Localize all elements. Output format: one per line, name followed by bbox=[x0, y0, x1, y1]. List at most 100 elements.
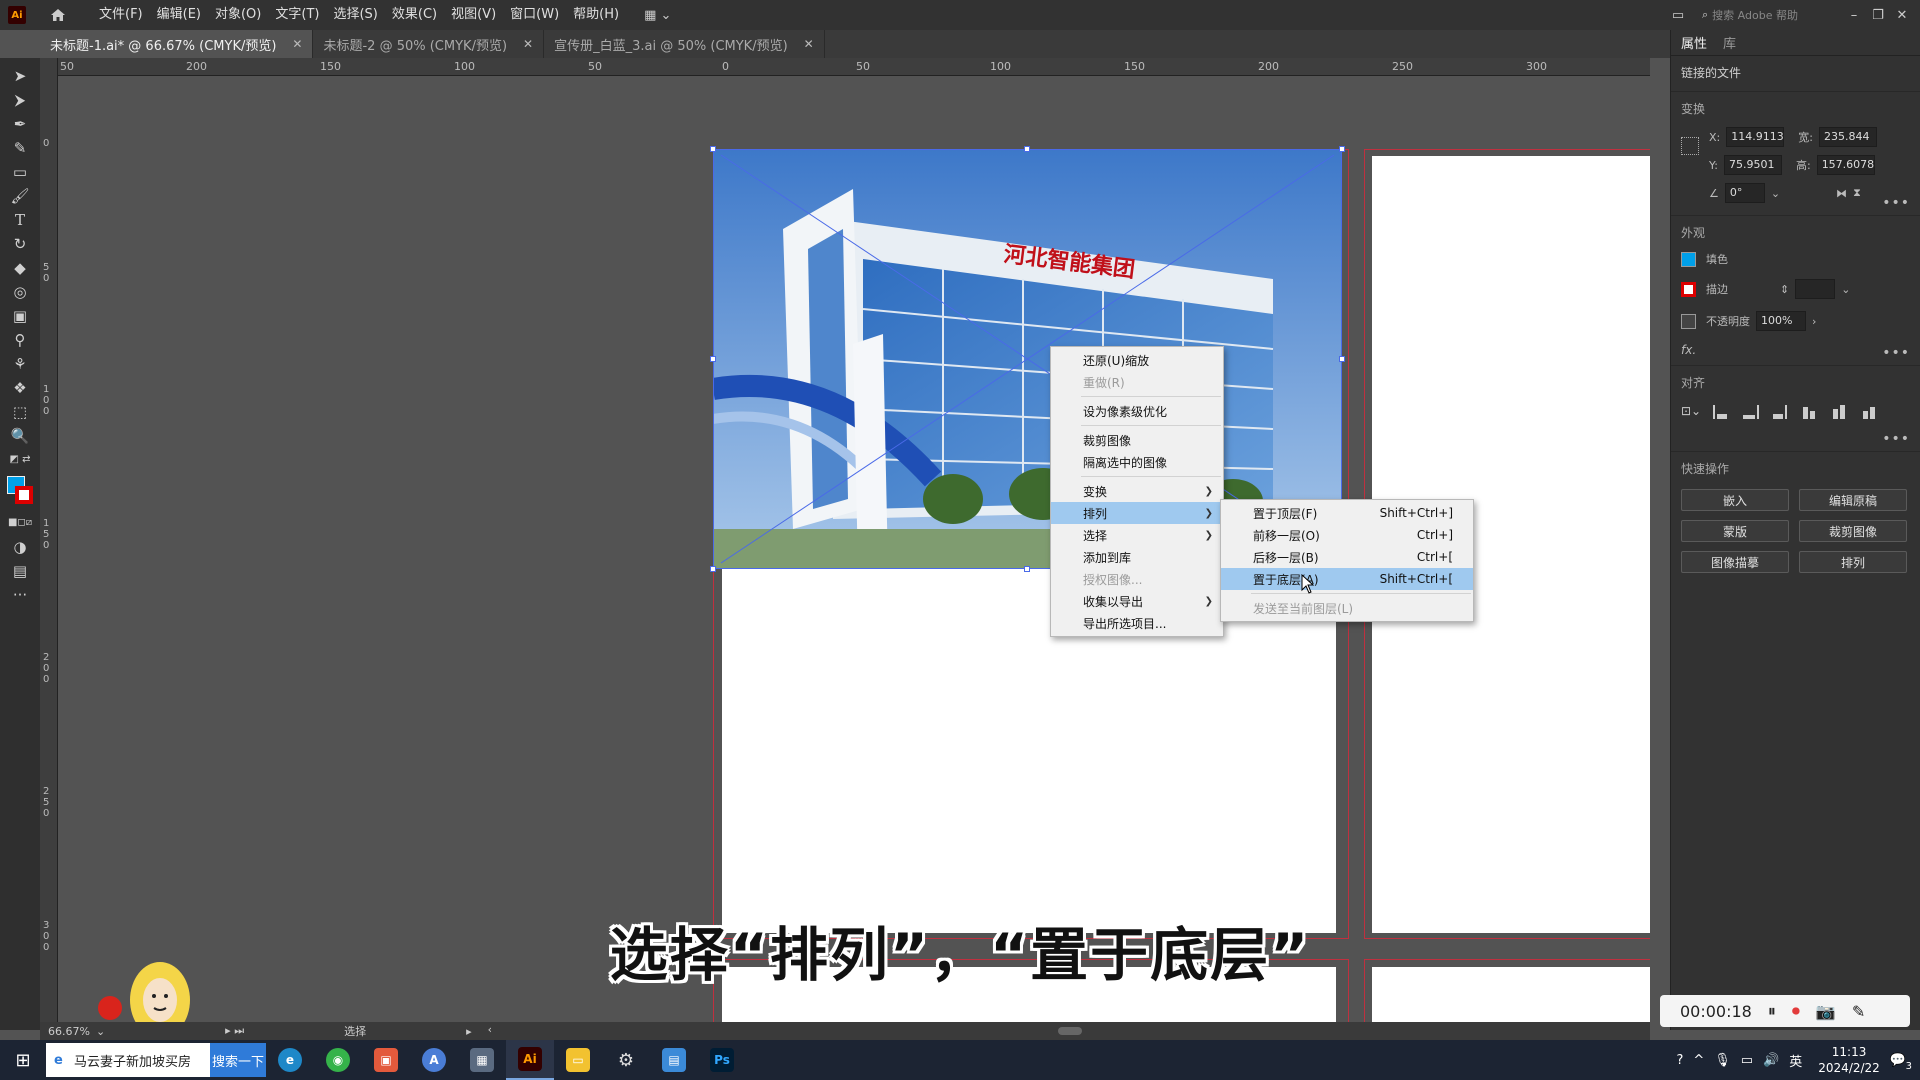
ctx-pixel-optimize[interactable]: 设为像素级优化 bbox=[1051, 400, 1223, 422]
embed-button[interactable]: 嵌入 bbox=[1681, 489, 1789, 511]
illustrator-taskbar-icon[interactable]: Ai bbox=[506, 1040, 554, 1080]
fill-swatch[interactable] bbox=[1681, 251, 1696, 267]
align-top-icon[interactable] bbox=[1803, 403, 1821, 419]
ctx-isolate-image[interactable]: 隔离选中的图像 bbox=[1051, 451, 1223, 473]
more-options-icon[interactable]: ••• bbox=[1882, 431, 1910, 447]
ctx-transform[interactable]: 变换 ❯ bbox=[1051, 480, 1223, 502]
rotate-tool-icon[interactable]: ↻ bbox=[8, 234, 32, 253]
tab-document-2[interactable]: 未标题-2 @ 50% (CMYK/预览) ✕ bbox=[313, 30, 545, 58]
photoshop-taskbar-icon[interactable]: Ps bbox=[698, 1040, 746, 1080]
menu-file[interactable]: 文件(F) bbox=[92, 0, 150, 30]
input-language[interactable]: 英 bbox=[1789, 1051, 1802, 1070]
help-icon[interactable]: ? bbox=[1676, 1053, 1683, 1068]
pen-tool-icon[interactable]: ✒ bbox=[8, 114, 32, 133]
resize-handle[interactable] bbox=[1339, 356, 1345, 362]
rectangle-tool-icon[interactable]: ▭ bbox=[8, 162, 32, 181]
close-icon[interactable]: ✕ bbox=[523, 37, 533, 51]
panel-toggle-icon[interactable]: ▭ bbox=[1666, 8, 1690, 23]
home-icon[interactable] bbox=[48, 6, 68, 24]
minimize-icon[interactable]: – bbox=[1842, 8, 1866, 23]
mask-button[interactable]: 蒙版 bbox=[1681, 520, 1789, 542]
status-arrow-icon[interactable]: ▸ bbox=[466, 1025, 472, 1038]
crop-image-button[interactable]: 裁剪图像 bbox=[1799, 520, 1907, 542]
y-field[interactable]: 75.9501 bbox=[1723, 155, 1782, 175]
direct-selection-tool-icon[interactable]: ⮞ bbox=[8, 90, 32, 109]
swap-colors-icon[interactable]: ◩ ⇄ bbox=[8, 450, 32, 469]
green-app-icon[interactable]: ◉ bbox=[314, 1040, 362, 1080]
app-store-icon[interactable]: A bbox=[410, 1040, 458, 1080]
align-bottom-icon[interactable] bbox=[1863, 403, 1881, 419]
resize-handle[interactable] bbox=[1339, 146, 1345, 152]
align-to-dropdown-icon[interactable]: ⊡⌄ bbox=[1681, 404, 1701, 418]
remote-desktop-icon[interactable]: ▤ bbox=[650, 1040, 698, 1080]
menu-edit[interactable]: 编辑(E) bbox=[150, 0, 208, 30]
sub-bring-forward[interactable]: 前移一层(O) Ctrl+] bbox=[1221, 524, 1473, 546]
fx-button[interactable]: fx. bbox=[1681, 343, 1910, 357]
resize-handle[interactable] bbox=[710, 146, 716, 152]
settings-icon[interactable]: ⚙ bbox=[602, 1040, 650, 1080]
tab-libraries[interactable]: 库 bbox=[1723, 33, 1736, 52]
align-center-h-icon[interactable] bbox=[1743, 403, 1761, 419]
ctx-select[interactable]: 选择 ❯ bbox=[1051, 524, 1223, 546]
tab-properties[interactable]: 属性 bbox=[1681, 33, 1707, 52]
opacity-field[interactable]: 100% bbox=[1756, 311, 1806, 331]
photos-app-icon[interactable]: ▣ bbox=[362, 1040, 410, 1080]
chevron-down-icon[interactable]: ⌄ bbox=[1841, 283, 1850, 296]
symbol-sprayer-tool-icon[interactable]: ❖ bbox=[8, 378, 32, 397]
camera-icon[interactable]: 📷 bbox=[1816, 1002, 1836, 1021]
adobe-help-search[interactable]: ⌕ 搜索 Adobe 帮助 bbox=[1702, 5, 1812, 25]
search-button[interactable]: 搜索一下 bbox=[210, 1043, 266, 1077]
more-options-icon[interactable]: ••• bbox=[1882, 345, 1910, 361]
notification-icon[interactable]: 💬 3 bbox=[1890, 1053, 1912, 1072]
scroll-thumb[interactable] bbox=[1057, 1027, 1082, 1035]
blend-tool-icon[interactable]: ⚘ bbox=[8, 354, 32, 373]
ctx-undo-zoom[interactable]: 还原(U)缩放 bbox=[1051, 349, 1223, 371]
shape-builder-tool-icon[interactable]: ◎ bbox=[8, 282, 32, 301]
clock[interactable]: 11:13 2024/2/22 bbox=[1818, 1044, 1880, 1076]
eraser-tool-icon[interactable]: ◆ bbox=[8, 258, 32, 277]
ctx-crop-image[interactable]: 裁剪图像 bbox=[1051, 429, 1223, 451]
ctx-add-to-library[interactable]: 添加到库 bbox=[1051, 546, 1223, 568]
selection-tool-icon[interactable]: ➤ bbox=[8, 66, 32, 85]
curvature-tool-icon[interactable]: ✎ bbox=[8, 138, 32, 157]
gradient-tool-icon[interactable]: ▣ bbox=[8, 306, 32, 325]
chevron-up-icon[interactable]: ^ bbox=[1693, 1053, 1704, 1068]
eyedropper-tool-icon[interactable]: ⚲ bbox=[8, 330, 32, 349]
menu-object[interactable]: 对象(O) bbox=[208, 0, 268, 30]
chevron-down-icon[interactable]: ⌄ bbox=[1771, 187, 1780, 200]
calculator-icon[interactable]: ▦ bbox=[458, 1040, 506, 1080]
screen-mode-icon[interactable]: ▤ bbox=[8, 561, 32, 580]
draw-mode-icon[interactable]: ◑ bbox=[8, 537, 32, 556]
chevron-down-icon[interactable]: ⌄ bbox=[96, 1025, 105, 1038]
resize-handle[interactable] bbox=[1024, 566, 1030, 572]
sub-bring-to-front[interactable]: 置于顶层(F) Shift+Ctrl+] bbox=[1221, 502, 1473, 524]
more-tools-icon[interactable]: ··· bbox=[8, 585, 32, 604]
edge-browser-icon[interactable]: e bbox=[266, 1040, 314, 1080]
tab-document-3[interactable]: 宣传册_白蓝_3.ai @ 50% (CMYK/预览) ✕ bbox=[544, 30, 825, 58]
arrange-button[interactable]: 排列 bbox=[1799, 551, 1907, 573]
chevron-right-icon[interactable]: › bbox=[1812, 315, 1816, 328]
taskbar-search-box[interactable]: e 马云妻子新加坡买房 bbox=[46, 1043, 210, 1077]
align-left-icon[interactable] bbox=[1713, 403, 1731, 419]
resize-handle[interactable] bbox=[1024, 146, 1030, 152]
more-options-icon[interactable]: ••• bbox=[1882, 195, 1910, 211]
resize-handle[interactable] bbox=[710, 566, 716, 572]
menu-help[interactable]: 帮助(H) bbox=[566, 0, 626, 30]
flip-horizontal-icon[interactable]: ⧓ bbox=[1836, 187, 1847, 200]
menu-type[interactable]: 文字(T) bbox=[268, 0, 326, 30]
stroke-stepper-icon[interactable]: ⇕ bbox=[1780, 283, 1789, 296]
microphone-icon[interactable]: 🎙 bbox=[1714, 1053, 1731, 1068]
height-field[interactable]: 157.6078 bbox=[1816, 155, 1875, 175]
sub-send-to-back[interactable]: 置于底层(A) Shift+Ctrl+[ bbox=[1221, 568, 1473, 594]
close-icon[interactable]: ✕ bbox=[292, 37, 302, 51]
tab-document-1[interactable]: 未标题-1.ai* @ 66.67% (CMYK/预览) ✕ bbox=[40, 30, 314, 58]
windows-start-icon[interactable]: ⊞ bbox=[0, 1040, 46, 1080]
align-right-icon[interactable] bbox=[1773, 403, 1791, 419]
menu-view[interactable]: 视图(V) bbox=[444, 0, 503, 30]
artboard-tool-icon[interactable]: ⬚ bbox=[8, 402, 32, 421]
stroke-swatch[interactable] bbox=[1681, 281, 1696, 297]
color-mode-icon[interactable]: ■◻⧄ bbox=[8, 513, 32, 532]
menu-select[interactable]: 选择(S) bbox=[326, 0, 384, 30]
align-center-v-icon[interactable] bbox=[1833, 403, 1851, 419]
stroke-color-swatch[interactable] bbox=[15, 486, 33, 504]
